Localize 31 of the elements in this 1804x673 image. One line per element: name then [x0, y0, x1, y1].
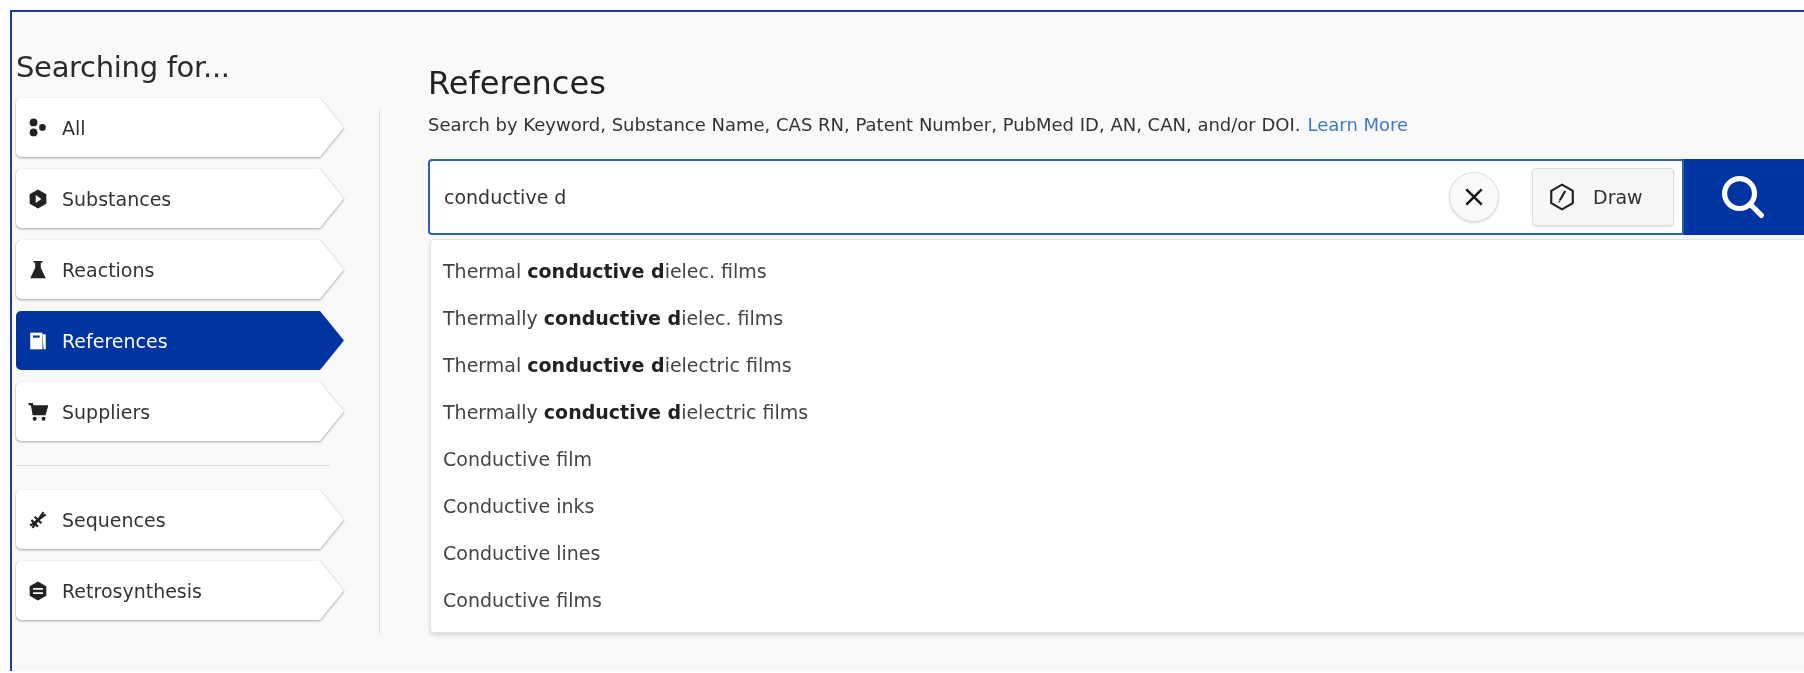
pencil-hexagon-icon [1549, 183, 1575, 211]
sidebar-item[interactable]: Suppliers [16, 382, 344, 441]
suggestion-item[interactable]: Thermal conductive dielectric films [431, 342, 1804, 389]
sidebar-item[interactable]: References [16, 311, 344, 370]
learn-more-link[interactable]: Learn More [1307, 114, 1409, 135]
sidebar-item[interactable]: Retrosynthesis [16, 561, 344, 620]
cart-icon [28, 401, 48, 422]
page-title: References [428, 64, 607, 102]
suggestion-item[interactable]: Thermal conductive dielec. films [431, 248, 1804, 295]
description-text: Search by Keyword, Substance Name, CAS RN, Patent Number, PubMed ID, AN, CAN, and/or DOI. [428, 114, 1301, 135]
sidebar-item[interactable]: All [16, 98, 344, 157]
suggestion-item[interactable]: Conductive film [431, 436, 1804, 483]
document-icon [28, 330, 48, 351]
suggestion-item[interactable]: Conductive inks [431, 483, 1804, 530]
helix-icon [28, 509, 48, 530]
suggestion-item[interactable]: Thermally conductive dielectric films [431, 389, 1804, 436]
flask-icon [28, 259, 48, 280]
suggestion-item[interactable]: Conductive lines [431, 530, 1804, 577]
close-icon [1463, 186, 1485, 208]
hexagon-icon [28, 188, 48, 209]
sidebar-item[interactable]: Sequences [16, 490, 344, 549]
search-button[interactable] [1684, 159, 1804, 235]
suggestion-item[interactable]: Thermally conductive dielec. films [431, 295, 1804, 342]
sidebar-item[interactable]: Substances [16, 169, 344, 228]
hexagon-arrows-icon [28, 580, 48, 601]
dots-icon [28, 117, 48, 138]
sidebar-title: Searching for... [16, 50, 231, 84]
suggestion-item[interactable]: Conductive films [431, 577, 1804, 624]
draw-button[interactable]: Draw [1532, 168, 1674, 226]
search-icon [1720, 174, 1766, 220]
sidebar-item[interactable]: Reactions [16, 240, 344, 299]
